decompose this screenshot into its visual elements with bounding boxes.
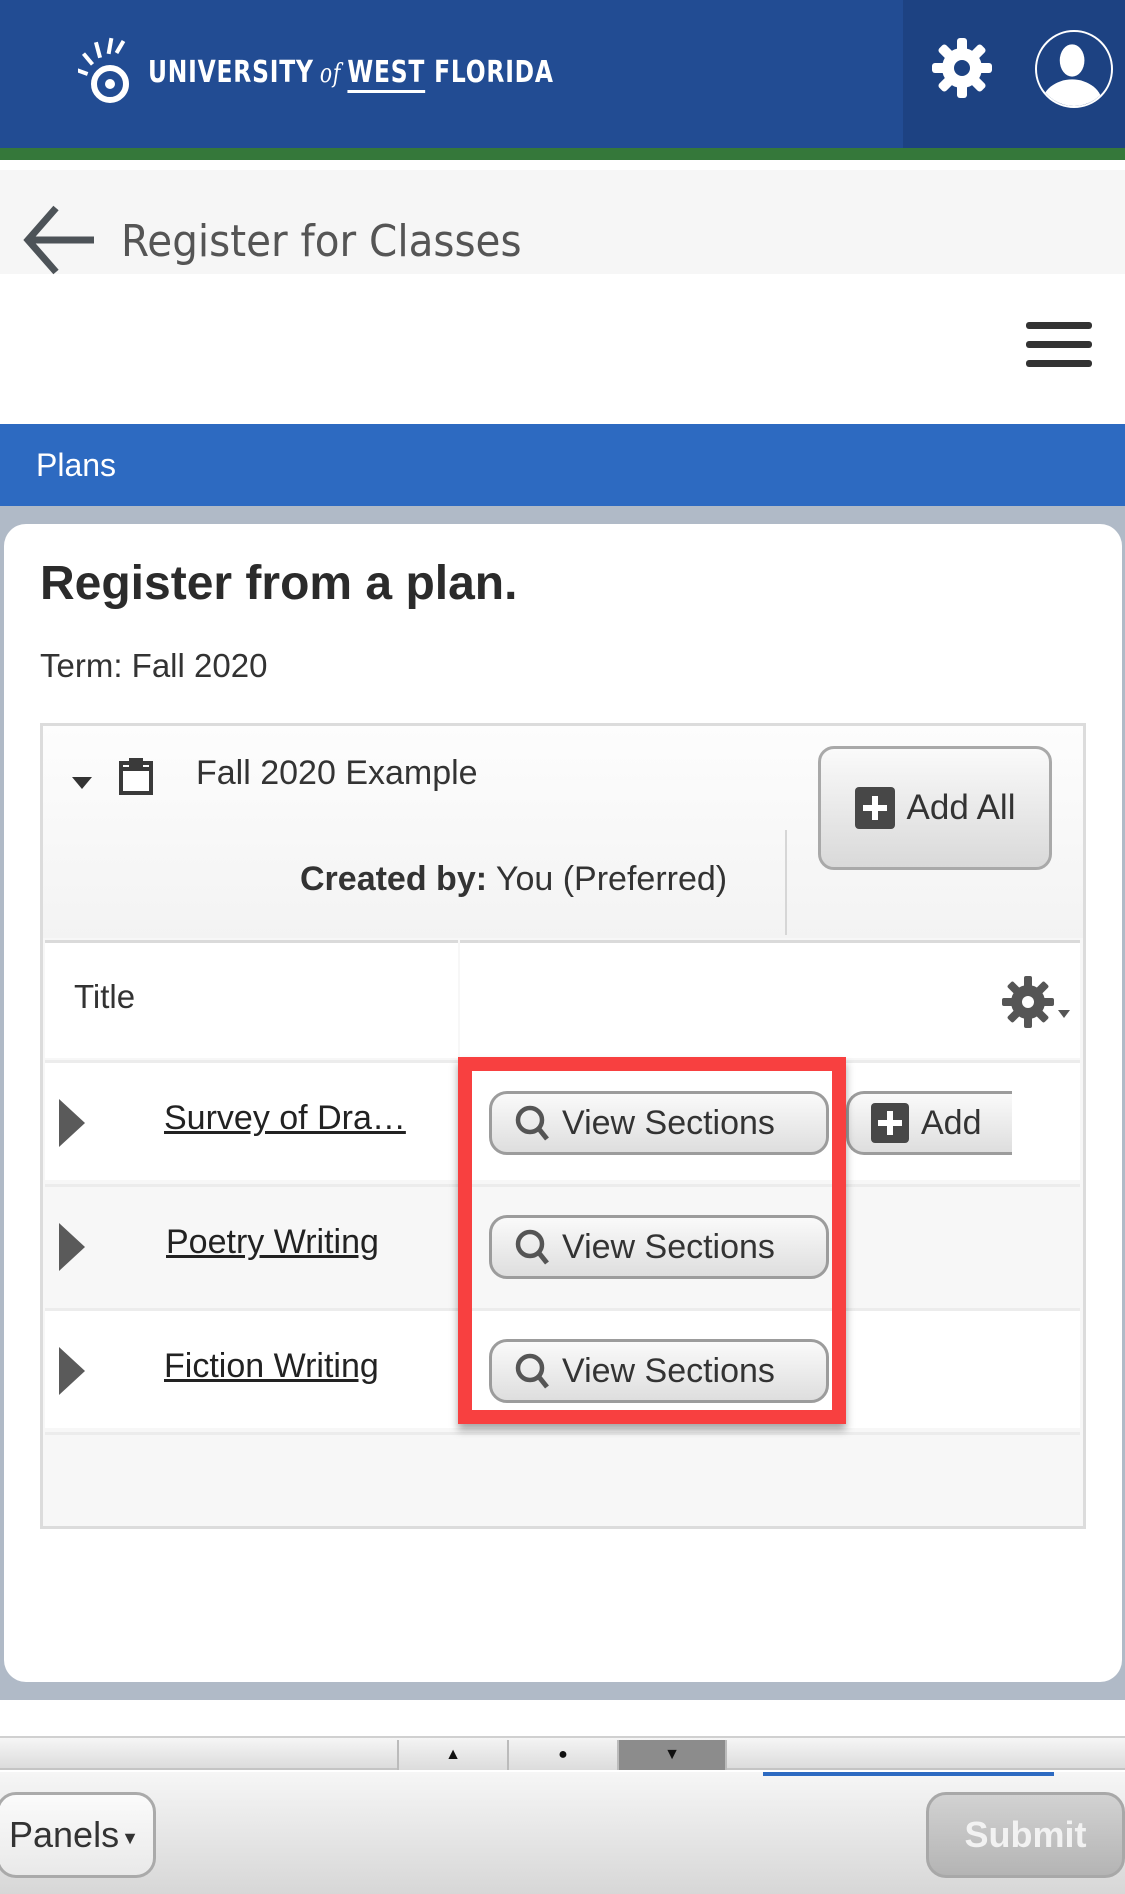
back-arrow-icon[interactable]	[20, 200, 98, 278]
view-sections-button[interactable]: View Sections	[489, 1215, 829, 1279]
plus-icon	[854, 787, 895, 829]
view-sections-label: View Sections	[562, 1351, 775, 1390]
table-row: Fiction Writing View Sections	[45, 1308, 1080, 1428]
plus-icon	[871, 1103, 909, 1143]
page-title: Register for Classes	[121, 216, 522, 267]
scroll-middle-button[interactable]: ●	[507, 1740, 617, 1770]
chevron-down-icon: ▼	[121, 1827, 139, 1848]
table-settings-gear-icon[interactable]	[1000, 974, 1074, 1030]
search-icon	[515, 1105, 549, 1141]
expand-row-icon[interactable]	[59, 1347, 85, 1395]
scroll-down-button[interactable]: ▼	[617, 1740, 727, 1770]
divider	[785, 830, 787, 935]
table-divider	[45, 1432, 1080, 1435]
scroll-up-button[interactable]: ▲	[397, 1740, 507, 1770]
created-by-label: Created by:	[300, 860, 488, 898]
user-avatar-icon	[1041, 44, 1103, 106]
table-row: Survey of Dra… View Sections Add	[45, 1060, 1080, 1180]
plan-name: Fall 2020 Example	[196, 754, 478, 792]
course-title-link[interactable]: Fiction Writing	[164, 1347, 379, 1386]
course-title-link[interactable]: Poetry Writing	[166, 1223, 379, 1262]
view-sections-button[interactable]: View Sections	[489, 1091, 829, 1155]
expand-row-icon[interactable]	[59, 1099, 85, 1147]
view-sections-label: View Sections	[562, 1103, 775, 1142]
table-row: Poetry Writing View Sections	[45, 1184, 1080, 1304]
add-course-button[interactable]: Add	[846, 1091, 1012, 1155]
progress-indicator	[763, 1772, 1054, 1776]
term-label: Term: Fall 2020	[40, 647, 268, 684]
university-logo[interactable]: UNIVERSITY of WEST FLORIDA	[78, 34, 668, 110]
collapse-caret-icon[interactable]	[70, 773, 94, 791]
panels-label: Panels	[9, 1814, 120, 1855]
card-heading: Register from a plan.	[40, 557, 518, 610]
course-title-link[interactable]: Survey of Dra…	[164, 1099, 406, 1138]
submit-button[interactable]: Submit	[926, 1792, 1125, 1878]
add-all-label: Add All	[906, 788, 1016, 827]
accent-bar	[0, 148, 1125, 160]
logo-text: UNIVERSITY of WEST FLORIDA	[148, 55, 554, 90]
hamburger-menu-icon[interactable]	[1026, 322, 1092, 368]
logo-word-of: of	[319, 58, 342, 89]
plans-band: Plans	[0, 424, 1125, 506]
add-label: Add	[921, 1103, 982, 1142]
search-icon	[515, 1229, 549, 1265]
column-header-title[interactable]: Title	[74, 978, 135, 1016]
logo-icon	[78, 37, 129, 103]
column-header-actions-cell	[460, 940, 1080, 1058]
view-sections-label: View Sections	[562, 1227, 775, 1266]
user-avatar-button[interactable]	[1035, 30, 1113, 108]
view-sections-button[interactable]: View Sections	[489, 1339, 829, 1403]
panels-dropdown-button[interactable]: Panels ▼	[0, 1792, 156, 1878]
created-by: Created by: You (Preferred)	[300, 860, 727, 899]
gear-icon[interactable]	[930, 36, 994, 100]
logo-word-west: WEST	[347, 54, 426, 90]
search-icon	[515, 1353, 549, 1389]
created-by-value: You (Preferred)	[495, 860, 728, 898]
add-all-button[interactable]: Add All	[818, 746, 1052, 870]
logo-word-florida: FLORIDA	[434, 54, 554, 90]
logo-word-university: UNIVERSITY	[148, 54, 314, 90]
clipboard-icon	[119, 758, 153, 795]
expand-row-icon[interactable]	[59, 1223, 85, 1271]
